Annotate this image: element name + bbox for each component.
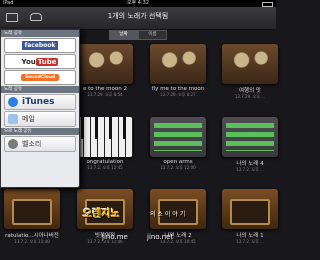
youtube-label-b: Tube — [35, 57, 59, 66]
song-date: 13.7.2. 오후 ... — [236, 167, 264, 172]
watermark-site-2: jino.net — [147, 233, 174, 241]
song-date: 13.7.2. 오후 ... — [236, 239, 264, 244]
ringtone-label: 벨소리 — [22, 140, 42, 148]
song-item[interactable]: 여행의 맛 13.7.29. 오후 ... — [222, 44, 278, 100]
song-thumbnail[interactable] — [77, 44, 133, 84]
mail-icon — [8, 114, 18, 124]
share-popover: 노래 공유 facebook You Tube SoundCloud 노래 공유 … — [0, 29, 80, 188]
status-bar: iPad 오후 4:32 — [0, 0, 276, 7]
song-item[interactable]: fly me to the moon 13.7.29. 오후 8:27 — [150, 44, 206, 98]
itunes-button[interactable]: iTunes — [4, 94, 76, 110]
song-item[interactable]: 나의 노래 1 13.7.2. 오후 ... — [222, 189, 278, 245]
song-title: 여행의 맛 — [239, 88, 261, 94]
song-date: 13.7.2. 오후 12:45 — [87, 165, 123, 170]
song-thumbnail[interactable] — [222, 117, 278, 157]
song-item[interactable]: 나의 노래 4 13.7.2. 오후 ... — [222, 117, 278, 173]
song-title: ratulatio...시아나버전 — [5, 233, 59, 239]
song-item[interactable]: ratulatio...시아나버전 13.7.2. 오후 11:40 — [4, 189, 60, 245]
song-thumbnail[interactable] — [222, 44, 278, 84]
watermark-title: 오렌지노 — [83, 209, 120, 220]
facebook-button[interactable]: facebook — [4, 38, 76, 53]
clock: 오후 4:32 — [126, 0, 150, 6]
song-item[interactable]: open arms 13.7.2. 오후 12:00 — [150, 117, 206, 171]
song-thumbnail[interactable] — [150, 117, 206, 157]
share-header: 노래 공유 — [1, 30, 79, 37]
song-thumbnail[interactable] — [222, 189, 278, 229]
song-title: 나의 노래 1 — [236, 233, 264, 239]
watermark-tag: 의 소 이 야 기 — [150, 211, 186, 218]
youtube-button[interactable]: You Tube — [4, 54, 76, 69]
share-header: 으로 노래 공유 — [1, 128, 79, 135]
sort-by-date-tab[interactable]: 날짜 — [109, 30, 138, 40]
sort-segmented-control: 날짜 이름 — [109, 30, 167, 40]
sort-by-name-tab[interactable]: 이름 — [138, 30, 167, 40]
song-date: 13.7.2. 오후 11:40 — [14, 239, 50, 244]
song-date: 13.7.29. 오후 ... — [234, 94, 266, 99]
song-thumbnail[interactable] — [150, 44, 206, 84]
page-title: 1개의 노래가 선택됨 — [107, 12, 169, 20]
ringtone-button[interactable]: 벨소리 — [4, 136, 76, 152]
navigation-bar: 1개의 노래가 선택됨 — [0, 7, 276, 30]
song-title: 나의 노래 4 — [236, 161, 264, 167]
facebook-label: facebook — [21, 41, 59, 50]
song-item[interactable]: ongratulation 13.7.2. 오후 12:45 — [77, 117, 133, 171]
mail-button[interactable]: 메일 — [4, 111, 76, 127]
song-date: 13.7.29. 오후 8:27 — [160, 92, 196, 97]
youtube-label-a: You — [21, 57, 36, 66]
itunes-icon — [8, 97, 18, 107]
share-header: 노래 공유 — [1, 86, 79, 93]
song-thumbnail[interactable] — [4, 189, 60, 229]
song-date: 13.7.2. 오후 12:00 — [160, 165, 196, 170]
song-item[interactable]: e to the moon 2 13.7.29. 오후 8:54 — [77, 44, 133, 98]
watermark-site-1: jino.me — [102, 233, 128, 241]
song-date: 13.7.29. 오후 8:54 — [87, 92, 123, 97]
soundcloud-label: SoundCloud — [20, 74, 60, 81]
itunes-label: iTunes — [22, 97, 55, 107]
song-thumbnail[interactable] — [77, 117, 133, 157]
bell-icon — [8, 139, 18, 149]
mail-label: 메일 — [22, 115, 35, 123]
soundcloud-button[interactable]: SoundCloud — [4, 70, 76, 85]
